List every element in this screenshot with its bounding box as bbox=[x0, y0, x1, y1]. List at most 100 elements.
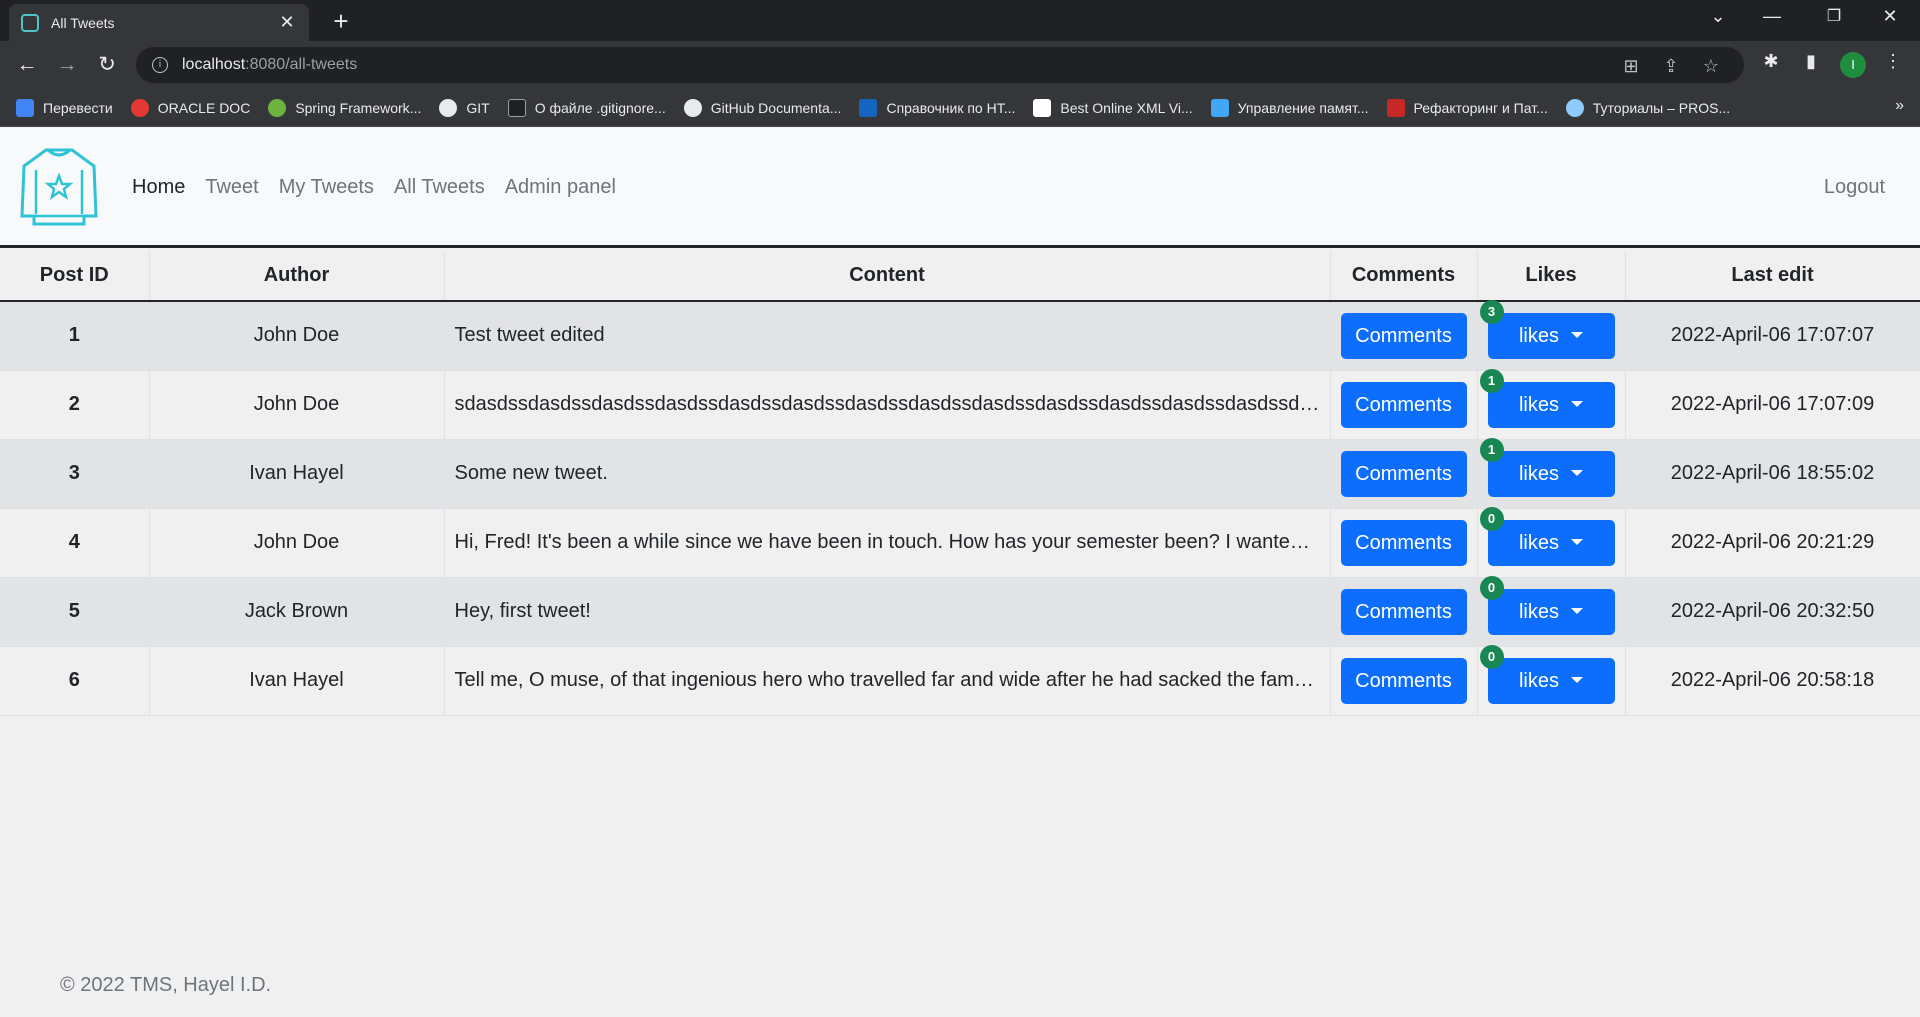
profile-avatar[interactable]: I bbox=[1840, 52, 1866, 78]
table-row: 5 Jack Brown Hey, first tweet! Comments … bbox=[0, 575, 1920, 647]
navbar: Home Tweet My Tweets All Tweets Admin pa… bbox=[0, 128, 1920, 248]
last-edit-cell: 2022-April-06 18:55:02 bbox=[1625, 439, 1920, 509]
tab-title: All Tweets bbox=[51, 14, 115, 31]
bookmark-label: Справочник по HT... bbox=[886, 99, 1016, 116]
header-content: Content bbox=[444, 251, 1331, 302]
restore-button[interactable]: ❐ bbox=[1814, 6, 1854, 26]
post-id-cell: 6 bbox=[0, 646, 150, 716]
nav-home-link[interactable]: Home bbox=[132, 176, 185, 199]
bookmark-item[interactable]: Туториалы – PROS... bbox=[1565, 98, 1730, 117]
tab-search-icon[interactable]: ⌄ bbox=[1698, 6, 1738, 27]
bookmark-item[interactable]: О файле .gitignore... bbox=[507, 98, 666, 117]
comments-button[interactable]: Comments bbox=[1340, 588, 1467, 635]
table-row: 4 John Doe Hi, Fred! It's been a while s… bbox=[0, 506, 1920, 578]
comments-cell: Comments bbox=[1330, 646, 1478, 716]
last-edit-cell: 2022-April-06 20:21:29 bbox=[1625, 508, 1920, 578]
oracle-icon bbox=[130, 98, 149, 117]
address-bar[interactable]: i localhost:8080/all-tweets ⊞ ⇪ ☆ bbox=[136, 47, 1744, 83]
logout-link[interactable]: Logout bbox=[1824, 176, 1885, 199]
browser-tab[interactable]: All Tweets ✕ bbox=[9, 4, 309, 41]
likes-dropdown-button[interactable]: likes bbox=[1487, 312, 1615, 359]
comments-button[interactable]: Comments bbox=[1340, 519, 1467, 566]
minimize-button[interactable]: — bbox=[1752, 6, 1792, 27]
forward-icon[interactable]: → bbox=[52, 50, 82, 80]
sweater-logo-icon[interactable] bbox=[20, 146, 98, 228]
bookmark-item[interactable]: Справочник по HT... bbox=[859, 98, 1016, 117]
content-cell: Some new tweet. bbox=[444, 439, 1331, 509]
nav-all-tweets-link[interactable]: All Tweets bbox=[394, 176, 485, 199]
extensions-icon[interactable]: ✱ bbox=[1756, 51, 1786, 72]
likes-dropdown: likes 3 bbox=[1479, 299, 1615, 359]
post-id-cell: 1 bbox=[0, 301, 150, 371]
new-tab-button[interactable]: + bbox=[326, 6, 356, 37]
wordpress-icon bbox=[1565, 98, 1584, 117]
content-cell: Hi, Fred! It's been a while since we hav… bbox=[444, 508, 1331, 578]
caret-down-icon bbox=[1571, 607, 1583, 614]
post-id-cell: 4 bbox=[0, 508, 150, 578]
memory-icon bbox=[1210, 98, 1229, 117]
bookmark-label: Перевести bbox=[43, 99, 113, 116]
nav-admin-panel-link[interactable]: Admin panel bbox=[505, 176, 616, 199]
author-cell: Ivan Hayel bbox=[149, 439, 445, 509]
likes-cell: likes 3 bbox=[1477, 299, 1626, 371]
nav-my-tweets-link[interactable]: My Tweets bbox=[279, 176, 374, 199]
bookmark-item[interactable]: ORACLE DOC bbox=[130, 98, 250, 117]
author-cell: John Doe bbox=[149, 301, 445, 371]
table-header-row: Post ID Author Content Comments Likes La… bbox=[0, 251, 1920, 302]
likes-dropdown: likes 1 bbox=[1479, 437, 1615, 497]
bookmark-item[interactable]: Spring Framework... bbox=[268, 98, 422, 117]
likes-cell: likes 1 bbox=[1477, 437, 1626, 509]
nav-tweet-link[interactable]: Tweet bbox=[205, 176, 258, 199]
likes-dropdown-button[interactable]: likes bbox=[1487, 381, 1615, 428]
bookmarks-overflow-icon[interactable]: » bbox=[1895, 97, 1904, 115]
bookmark-label: Spring Framework... bbox=[295, 99, 422, 116]
close-tab-icon[interactable]: ✕ bbox=[277, 12, 297, 33]
likes-dropdown-button[interactable]: likes bbox=[1487, 588, 1615, 635]
bookmark-item[interactable]: Перевести bbox=[16, 98, 113, 117]
menu-icon[interactable]: ⋮ bbox=[1878, 51, 1908, 72]
tab-strip: All Tweets ✕ + ⌄ — ❐ ✕ bbox=[0, 0, 1920, 41]
last-edit-cell: 2022-April-06 20:32:50 bbox=[1625, 577, 1920, 647]
likes-label: likes bbox=[1518, 600, 1559, 623]
last-edit-cell: 2022-April-06 17:07:09 bbox=[1625, 370, 1920, 440]
tk-icon bbox=[507, 98, 526, 117]
bookmark-item[interactable]: Рефакторинг и Пат... bbox=[1386, 98, 1548, 117]
bookmark-label: Best Online XML Vi... bbox=[1060, 99, 1193, 116]
bookmark-item[interactable]: GitHub Documenta... bbox=[683, 98, 841, 117]
likes-dropdown: likes 0 bbox=[1479, 575, 1615, 635]
site-info-icon[interactable]: i bbox=[152, 57, 168, 73]
back-icon[interactable]: ← bbox=[12, 50, 42, 80]
comments-button[interactable]: Comments bbox=[1340, 381, 1467, 428]
last-edit-cell: 2022-April-06 17:07:07 bbox=[1625, 301, 1920, 371]
likes-label: likes bbox=[1518, 393, 1559, 416]
bookmark-item[interactable]: Управление памят... bbox=[1210, 98, 1369, 117]
comments-button[interactable]: Comments bbox=[1340, 450, 1467, 497]
caret-down-icon bbox=[1571, 469, 1583, 476]
header-author: Author bbox=[149, 251, 445, 302]
side-panel-icon[interactable]: ▮ bbox=[1796, 51, 1826, 72]
likes-dropdown: likes 0 bbox=[1479, 506, 1615, 566]
caret-down-icon bbox=[1571, 676, 1583, 683]
tweets-table: Post ID Author Content Comments Likes La… bbox=[0, 251, 1920, 716]
translate-icon[interactable]: ⊞ bbox=[1616, 56, 1646, 77]
likes-dropdown-button[interactable]: likes bbox=[1487, 519, 1615, 566]
caret-down-icon bbox=[1571, 538, 1583, 545]
likes-dropdown-button[interactable]: likes bbox=[1487, 657, 1615, 704]
comments-button[interactable]: Comments bbox=[1340, 312, 1467, 359]
bookmark-item[interactable]: GIT bbox=[439, 98, 490, 117]
codebeautify-icon bbox=[1033, 98, 1052, 117]
author-cell: John Doe bbox=[149, 370, 445, 440]
post-id-cell: 5 bbox=[0, 577, 150, 647]
share-icon[interactable]: ⇪ bbox=[1656, 56, 1686, 77]
bookmark-item[interactable]: Best Online XML Vi... bbox=[1033, 98, 1193, 117]
reload-icon[interactable]: ↻ bbox=[92, 50, 122, 80]
author-cell: John Doe bbox=[149, 508, 445, 578]
comments-button[interactable]: Comments bbox=[1340, 657, 1467, 704]
author-cell: Ivan Hayel bbox=[149, 646, 445, 716]
close-window-button[interactable]: ✕ bbox=[1870, 6, 1910, 27]
likes-count-badge: 0 bbox=[1479, 506, 1504, 531]
likes-dropdown-button[interactable]: likes bbox=[1487, 450, 1615, 497]
likes-count-badge: 0 bbox=[1479, 575, 1504, 600]
bookmark-star-icon[interactable]: ☆ bbox=[1696, 56, 1726, 77]
content-cell: sdasdssdasdssdasdssdasdssdasdssdasdssdas… bbox=[444, 370, 1331, 440]
